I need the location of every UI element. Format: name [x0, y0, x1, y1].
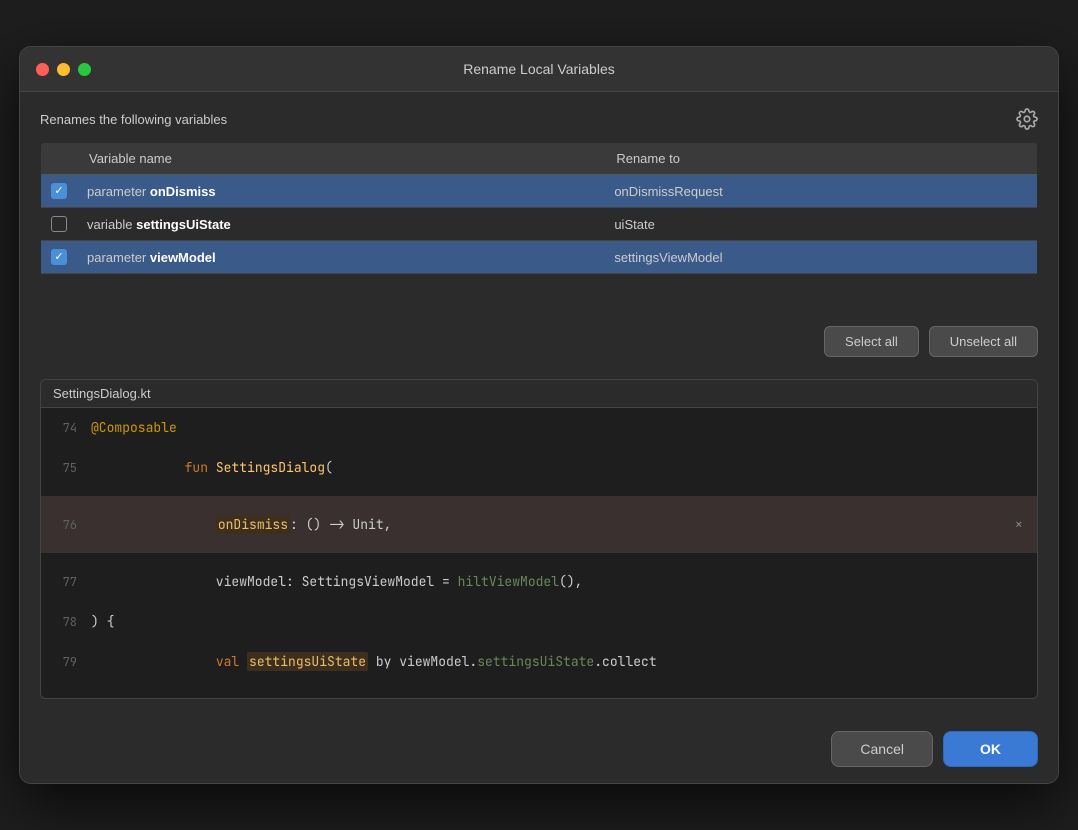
description-label: Renames the following variables	[40, 112, 227, 127]
row3-varname-cell: parameter viewModel	[77, 241, 604, 274]
row1-renameto: onDismissRequest	[614, 184, 722, 199]
code-token: @Composable	[91, 419, 177, 436]
table-header-row: Variable name Rename to	[41, 143, 1038, 175]
unselect-all-button[interactable]: Unselect all	[929, 326, 1038, 357]
code-token: ) {	[91, 613, 114, 630]
row3-renameto: settingsViewModel	[614, 250, 722, 265]
selection-buttons-row: Select all Unselect all	[40, 320, 1038, 363]
rename-local-variables-dialog: Rename Local Variables Renames the follo…	[19, 46, 1059, 784]
code-token: viewModel: SettingsViewModel = hiltViewM…	[91, 556, 582, 607]
gear-icon[interactable]	[1016, 108, 1038, 130]
row1-varname: parameter onDismiss	[87, 184, 216, 199]
traffic-lights	[36, 63, 91, 76]
row2-varname-cell: variable settingsUiState	[77, 208, 604, 241]
line-number-76: 76	[41, 517, 91, 533]
line-number-78: 78	[41, 614, 91, 630]
code-body: 74 @Composable 75 fun SettingsDialog( 76…	[41, 408, 1037, 698]
code-line-79: 79 val settingsUiState by viewModel.sett…	[41, 633, 1037, 690]
row3-checkbox-cell: ✓	[41, 241, 78, 274]
code-preview-section: SettingsDialog.kt 74 @Composable 75 fun …	[40, 379, 1038, 699]
code-token: val settingsUiState by viewModel.setting…	[91, 636, 657, 687]
code-line-76: 76 onDismiss: () -> Unit, ×	[41, 496, 1037, 553]
row1-checkbox-cell: ✓	[41, 175, 78, 208]
line-number-77: 77	[41, 574, 91, 590]
table-empty-row	[41, 274, 1038, 306]
line-number-74: 74	[41, 420, 91, 436]
table-row: ✓ parameter onDismiss onDismissRequest	[41, 175, 1038, 208]
line-number-75: 75	[41, 460, 91, 476]
dialog-content: Renames the following variables Variable…	[20, 92, 1058, 715]
cancel-button[interactable]: Cancel	[831, 731, 933, 767]
row1-renameto-cell: onDismissRequest	[604, 175, 1037, 208]
dialog-title: Rename Local Variables	[463, 61, 615, 77]
empty-cell	[41, 274, 1038, 306]
close-icon[interactable]: ×	[1015, 516, 1023, 534]
row2-checkbox[interactable]	[51, 216, 67, 232]
row3-checkbox[interactable]: ✓	[51, 249, 67, 265]
checkmark-icon: ✓	[54, 186, 63, 197]
maximize-button[interactable]	[78, 63, 91, 76]
row2-renameto: uiState	[614, 217, 654, 232]
row3-renameto-cell: settingsViewModel	[604, 241, 1037, 274]
header-row: Renames the following variables	[40, 108, 1038, 130]
select-all-button[interactable]: Select all	[824, 326, 919, 357]
code-token: onDismiss: () -> Unit,	[91, 499, 391, 550]
code-line-78: 78 ) {	[41, 610, 1037, 633]
code-line-74: 74 @Composable	[41, 416, 1037, 439]
checkbox-column-header	[41, 143, 78, 175]
ok-button[interactable]: OK	[943, 731, 1038, 767]
row2-varname: variable settingsUiState	[87, 217, 231, 232]
table-row: ✓ parameter viewModel settingsViewModel	[41, 241, 1038, 274]
row2-checkbox-cell	[41, 208, 78, 241]
line-number-79: 79	[41, 654, 91, 670]
title-bar: Rename Local Variables	[20, 47, 1058, 92]
renameto-column-header: Rename to	[604, 143, 1037, 175]
table-row: variable settingsUiState uiState	[41, 208, 1038, 241]
row3-varname: parameter viewModel	[87, 250, 216, 265]
row1-varname-cell: parameter onDismiss	[77, 175, 604, 208]
variable-table: Variable name Rename to ✓ parameter onDi…	[40, 142, 1038, 306]
varname-column-header: Variable name	[77, 143, 604, 175]
checkmark-icon: ✓	[54, 252, 63, 263]
code-line-77: 77 viewModel: SettingsViewModel = hiltVi…	[41, 553, 1037, 610]
close-button[interactable]	[36, 63, 49, 76]
row2-renameto-cell: uiState	[604, 208, 1037, 241]
minimize-button[interactable]	[57, 63, 70, 76]
row1-checkbox[interactable]: ✓	[51, 183, 67, 199]
code-token: fun SettingsDialog(	[91, 442, 333, 493]
action-buttons-row: Cancel OK	[20, 715, 1058, 783]
code-filename: SettingsDialog.kt	[41, 380, 1037, 408]
code-line-75: 75 fun SettingsDialog(	[41, 439, 1037, 496]
